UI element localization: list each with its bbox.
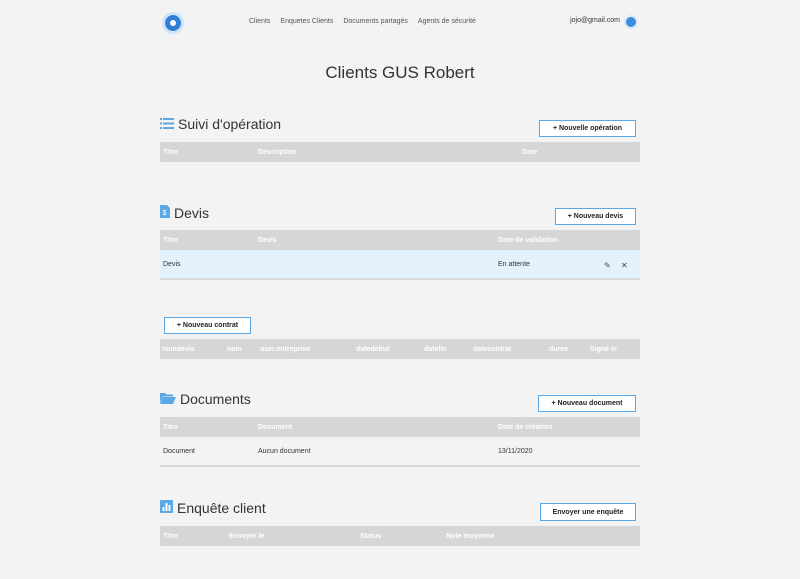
- new-operation-button[interactable]: + Nouvelle opération: [539, 120, 636, 137]
- col-datefin: datefin: [424, 346, 447, 353]
- devis-title: Devis: [174, 205, 210, 221]
- col-titre: Titre: [163, 149, 179, 156]
- nav-link-agents[interactable]: Agents de sécurité: [418, 18, 476, 25]
- close-icon[interactable]: ✕: [621, 261, 628, 270]
- devis-row-titre: Devis: [163, 261, 181, 268]
- new-contrat-button[interactable]: + Nouveau contrat: [164, 317, 251, 334]
- nav-link-clients[interactable]: Clients: [249, 18, 270, 25]
- svg-text:$: $: [163, 210, 167, 217]
- col-nom: nom: [227, 346, 242, 353]
- logo[interactable]: [162, 12, 184, 34]
- bar-chart-icon: [160, 500, 173, 516]
- documents-title: Documents: [180, 391, 251, 407]
- documents-section-title: Documents: [160, 391, 251, 407]
- col-datedebut: datedebut: [356, 346, 390, 353]
- enquete-table-header: Titre Envoyer le Status Note moyenne: [160, 526, 640, 546]
- col-envoyer-le: Envoyer le: [229, 533, 265, 540]
- col-titre: Titre: [163, 237, 179, 244]
- navbar: Clients Enquetes Clients Documents parta…: [0, 0, 800, 44]
- col-datecontrat: datecontrat: [473, 346, 512, 353]
- table-row[interactable]: Devis En attente ✎ ✕: [160, 250, 640, 280]
- suivi-section-title: Suivi d'opération: [160, 116, 281, 132]
- suivi-table-header: Titre Description Date: [160, 142, 640, 162]
- col-document: Document: [258, 424, 293, 431]
- col-date: Date: [522, 149, 538, 156]
- list-icon: [160, 116, 174, 132]
- page-title: Clients GUS Robert: [325, 63, 475, 82]
- col-titre: Titre: [163, 533, 179, 540]
- enquete-title: Enquête client: [177, 500, 266, 516]
- edit-icon[interactable]: ✎: [604, 261, 611, 270]
- send-enquete-button[interactable]: Envoyer une enquête: [540, 503, 636, 521]
- document-row-document: Aucun document: [258, 448, 311, 455]
- col-date-validation: Date de validation: [498, 237, 558, 244]
- contrat-table-header: numdevis nom user.entreprise datedebut d…: [160, 339, 640, 359]
- suivi-title: Suivi d'opération: [178, 116, 282, 132]
- col-devis: Devis: [258, 237, 277, 244]
- folder-open-icon: [160, 391, 176, 407]
- new-document-button[interactable]: + Nouveau document: [538, 395, 636, 412]
- nav-link-documents[interactable]: Documents partagés: [343, 18, 408, 25]
- col-date-creation: Date de création: [498, 424, 553, 431]
- document-row-titre: Document: [163, 448, 195, 455]
- col-signe-le: Signé le: [590, 346, 617, 353]
- col-entreprise: user.entreprise: [260, 346, 311, 353]
- table-row[interactable]: Document Aucun document 13/11/2020: [160, 437, 640, 467]
- devis-table-header: Titre Devis Date de validation: [160, 230, 640, 250]
- devis-row-status: En attente: [498, 261, 530, 268]
- col-description: Description: [258, 149, 297, 156]
- col-numdevis: numdevis: [162, 346, 195, 353]
- avatar[interactable]: [624, 15, 638, 29]
- col-note-moyenne: Note moyenne: [446, 533, 495, 540]
- documents-table-header: Titre Document Date de création: [160, 417, 640, 437]
- col-titre: Titre: [163, 424, 179, 431]
- enquete-section-title: Enquête client: [160, 500, 266, 516]
- devis-section-title: $ Devis: [160, 205, 209, 221]
- document-row-date: 13/11/2020: [498, 448, 533, 455]
- col-status: Status: [360, 533, 382, 540]
- user-email[interactable]: jojo@gmail.com: [570, 17, 620, 24]
- nav-link-enquetes[interactable]: Enquetes Clients: [280, 18, 333, 25]
- col-duree: duree: [549, 346, 569, 353]
- document-icon: $: [160, 205, 170, 221]
- nav-links: Clients Enquetes Clients Documents parta…: [249, 18, 486, 25]
- new-devis-button[interactable]: + Nouveau devis: [555, 208, 636, 225]
